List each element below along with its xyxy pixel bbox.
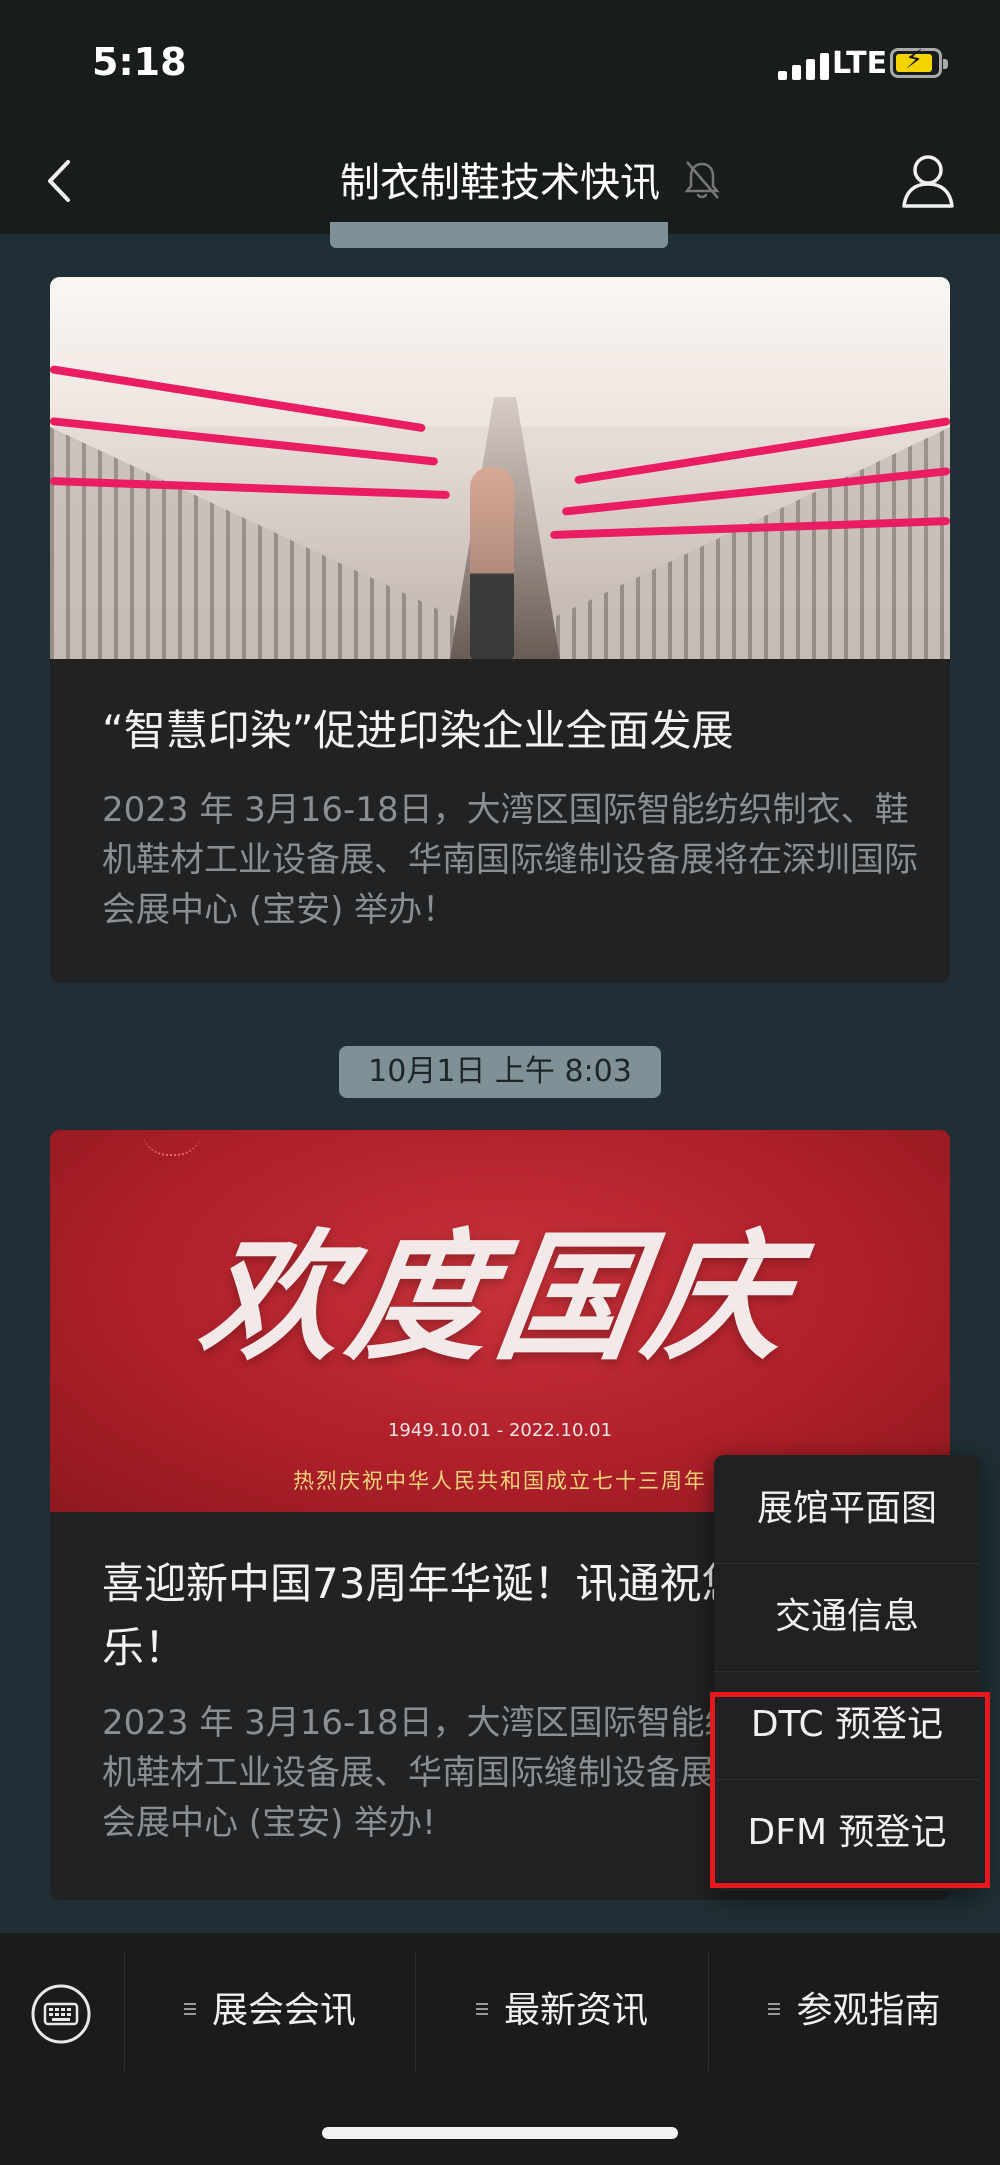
nav-bar: 制衣制鞋技术快讯 — [0, 130, 1000, 234]
article-title: “智慧印染”促进印染企业全面发展 — [102, 706, 734, 755]
menu-lines-icon — [475, 2003, 488, 2015]
menu-lines-icon — [768, 2003, 781, 2015]
tab-label: 展会会讯 — [211, 1990, 356, 2031]
image-headline: 欢度国庆 — [190, 1216, 806, 1380]
menu-lines-icon — [183, 2003, 196, 2015]
tab-label: 参观指南 — [796, 1990, 941, 2031]
status-time: 5:18 — [92, 40, 187, 84]
profile-icon[interactable] — [900, 150, 956, 210]
highlight-box — [710, 1692, 990, 1888]
previous-timestamp — [330, 222, 668, 248]
tab-latest-news[interactable]: 最新资讯 — [416, 1951, 708, 2071]
tab-visit-guide[interactable]: 参观指南 — [709, 1951, 1000, 2071]
network-type: LTE — [832, 46, 888, 81]
message-timestamp: 10月1日 上午 8:03 — [339, 1046, 661, 1098]
article-description: 2023 年 3月16-18日，大湾区国际智能纺织制衣、鞋机鞋材工业设备展、华南… — [102, 790, 918, 930]
status-bar: 5:18 LTE ⚡ — [0, 0, 1000, 130]
image-dates: 1949.10.01 - 2022.10.01 — [387, 1420, 613, 1441]
mute-bell-icon — [684, 161, 720, 199]
tab-exhibition-news[interactable]: 展会会讯 — [125, 1951, 415, 2071]
signal-icon — [778, 52, 830, 80]
keyboard-icon[interactable] — [30, 1983, 92, 2045]
article-card[interactable]: “智慧印染”促进印染企业全面发展 2023 年 3月16-18日，大湾区国际智能… — [50, 277, 950, 983]
tab-label: 最新资讯 — [503, 1990, 648, 2031]
menu-item-hall-map[interactable]: 展馆平面图 — [714, 1455, 980, 1564]
article-image — [50, 277, 950, 659]
page-title: 制衣制鞋技术快讯 — [340, 160, 660, 206]
home-indicator[interactable] — [322, 2127, 678, 2139]
menu-item-traffic-info[interactable]: 交通信息 — [714, 1563, 980, 1672]
battery-icon: ⚡ — [890, 45, 948, 78]
bottom-menu-bar: 展会会讯 最新资讯 参观指南 — [0, 1932, 1000, 2165]
